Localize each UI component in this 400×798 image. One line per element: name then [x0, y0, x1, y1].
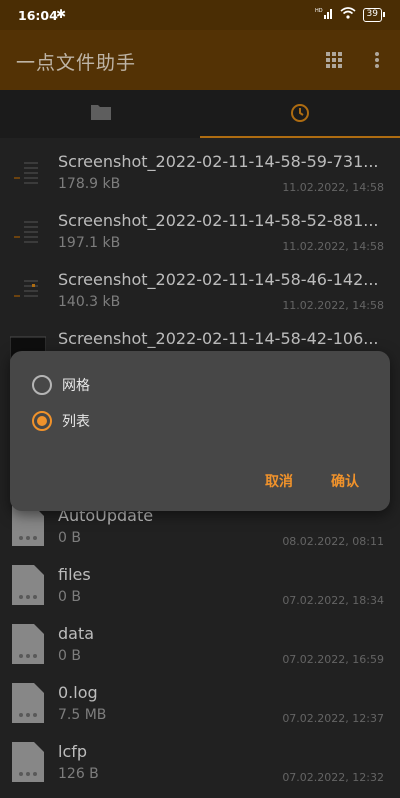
status-icons: HD 39 [315, 7, 386, 22]
option-list-label: 列表 [62, 414, 90, 430]
wifi-icon [340, 7, 356, 22]
cancel-button[interactable]: 取消 [265, 471, 293, 491]
option-grid-label: 网格 [62, 378, 90, 394]
clock: 16:04 [18, 8, 58, 23]
signal-icon: HD [315, 7, 333, 22]
bluetooth-icon: ✱ [56, 7, 67, 21]
radio-list[interactable] [32, 411, 52, 431]
view-mode-dialog: 网格 列表 取消 确认 [10, 351, 390, 511]
status-bar: 16:04 ✱ HD 39 [0, 0, 400, 30]
battery-icon: 39 [362, 7, 386, 22]
radio-grid[interactable] [32, 375, 52, 395]
option-grid[interactable]: 网格 [32, 375, 90, 395]
svg-text:HD: HD [315, 8, 323, 14]
option-list[interactable]: 列表 [32, 411, 90, 431]
confirm-button[interactable]: 确认 [331, 471, 359, 491]
